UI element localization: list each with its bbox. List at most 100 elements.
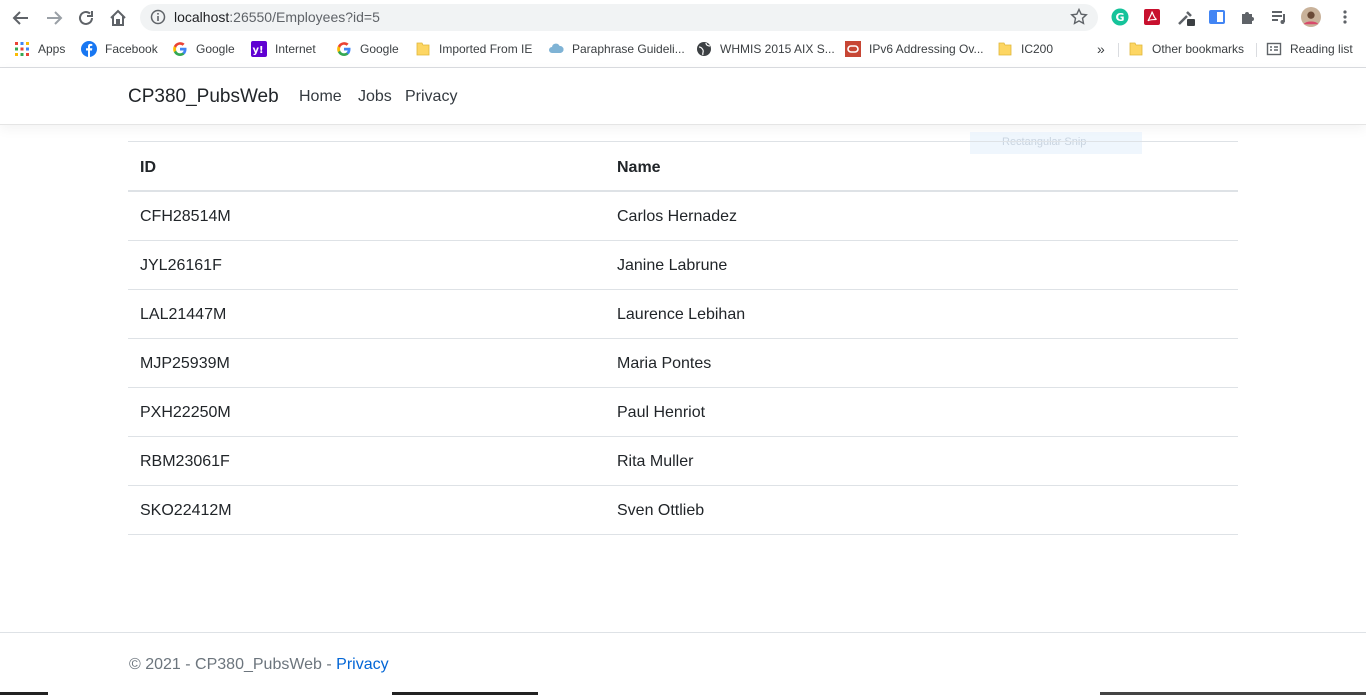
url-text[interactable]: localhost:26550/Employees?id=5 — [174, 9, 380, 25]
employee-id-cell: SKO22412M — [140, 502, 232, 519]
arrow-left-icon — [12, 11, 28, 25]
home-button[interactable] — [106, 6, 130, 30]
oracle-icon — [845, 41, 861, 57]
facebook-icon — [81, 41, 97, 57]
bookmark-label: Apps — [38, 42, 66, 56]
info-icon[interactable] — [150, 9, 166, 25]
bookmark-star-icon[interactable] — [1070, 8, 1088, 26]
employee-name-cell: Rita Muller — [617, 453, 694, 470]
bookmark-divider — [1256, 43, 1257, 57]
bookmark-ipv6[interactable]: IPv6 Addressing Ov... — [845, 40, 984, 58]
site-brand-link[interactable]: CP380_PubsWeb — [128, 86, 279, 108]
employees-table: ID Name CFH28514M Carlos Hernadez JYL261… — [128, 141, 1238, 535]
site-footer: © 2021 - CP380_PubsWeb - Privacy — [0, 632, 1366, 695]
other-bookmarks-folder[interactable]: Other bookmarks — [1128, 40, 1244, 58]
employee-id-cell: JYL26161F — [140, 257, 222, 274]
bookmark-paraphrase[interactable]: Paraphrase Guideli... — [548, 40, 685, 58]
employee-name-cell: Paul Henriot — [617, 404, 706, 421]
svg-text:G: G — [1115, 11, 1124, 24]
bookmark-label: Google — [360, 42, 399, 56]
employee-name-cell: Laurence Lebihan — [617, 306, 746, 323]
nav-privacy-link[interactable]: Privacy — [405, 88, 457, 106]
bookmark-label: Imported From IE — [439, 42, 533, 56]
employee-id-cell: PXH22250M — [140, 404, 231, 421]
forward-button[interactable] — [42, 6, 66, 30]
folder-icon — [1128, 41, 1144, 57]
arrow-right-icon — [47, 11, 63, 25]
employee-name-cell: Carlos Hernadez — [617, 208, 738, 225]
grammarly-extension[interactable]: G — [1110, 7, 1130, 27]
playlist-icon — [1272, 11, 1285, 24]
bookmark-label: Facebook — [105, 42, 158, 56]
more-bookmarks-button[interactable]: » — [1097, 40, 1105, 58]
employee-id-cell: LAL21447M — [140, 306, 227, 323]
bookmark-ic200[interactable]: IC200 — [997, 40, 1053, 58]
chevron-double-right-icon: » — [1097, 41, 1105, 57]
reload-button[interactable] — [74, 6, 98, 30]
table-row: SKO22412M Sven Ottlieb — [128, 486, 1238, 535]
bookmark-label: IPv6 Addressing Ov... — [869, 42, 984, 56]
table-header-row: ID Name — [128, 142, 1238, 192]
eyedropper-extension[interactable] — [1176, 7, 1196, 27]
bookmark-label: WHMIS 2015 AIX S... — [720, 42, 835, 56]
employee-name-cell: Maria Pontes — [617, 355, 712, 372]
bookmark-label: IC200 — [1021, 42, 1054, 56]
media-control-button[interactable] — [1269, 7, 1289, 27]
bookmark-google-1[interactable]: Google — [172, 40, 235, 58]
reload-icon — [79, 10, 93, 25]
reading-list-icon — [1266, 41, 1282, 57]
translate-icon — [1209, 10, 1225, 24]
bookmark-whmis[interactable]: WHMIS 2015 AIX S... — [696, 40, 835, 58]
table-row: JYL26161F Janine Labrune — [128, 241, 1238, 290]
bookmark-facebook[interactable]: Facebook — [81, 40, 158, 58]
apps-grid-icon — [14, 41, 30, 57]
table-row: RBM23061F Rita Muller — [128, 437, 1238, 486]
table-row: MJP25939M Maria Pontes — [128, 339, 1238, 388]
bookmark-internet[interactable]: y! Internet — [251, 40, 316, 58]
employee-id-cell: MJP25939M — [140, 355, 230, 372]
browser-menu-button[interactable] — [1335, 7, 1355, 27]
nav-jobs-link[interactable]: Jobs — [358, 88, 392, 106]
table-row: LAL21447M Laurence Lebihan — [128, 290, 1238, 339]
google-icon — [336, 41, 352, 57]
acrobat-extension[interactable] — [1142, 7, 1162, 27]
column-header-id: ID — [140, 159, 156, 176]
avatar — [1301, 7, 1321, 27]
nav-home-link[interactable]: Home — [299, 88, 342, 106]
reading-list-button[interactable]: Reading list — [1266, 40, 1353, 58]
puzzle-icon — [1242, 12, 1254, 24]
back-button[interactable] — [9, 6, 33, 30]
bookmark-label: Other bookmarks — [1152, 42, 1245, 56]
footer-privacy-link[interactable]: Privacy — [336, 656, 388, 673]
translate-extension[interactable] — [1207, 7, 1227, 27]
site-navbar: CP380_PubsWeb Home Jobs Privacy — [0, 68, 1366, 125]
table-row: CFH28514M Carlos Hernadez — [128, 192, 1238, 241]
table-row: PXH22250M Paul Henriot — [128, 388, 1238, 437]
yahoo-icon: y! — [251, 41, 267, 57]
address-bar[interactable]: localhost:26550/Employees?id=5 — [140, 4, 1098, 31]
employee-name-cell: Janine Labrune — [617, 257, 728, 274]
footer-text: © 2021 - CP380_PubsWeb - Privacy — [129, 656, 389, 674]
profile-button[interactable] — [1301, 7, 1321, 27]
home-icon — [110, 9, 126, 26]
extensions-button[interactable] — [1238, 7, 1258, 27]
google-icon — [172, 41, 188, 57]
bookmark-divider — [1118, 43, 1119, 57]
browser-toolbar: localhost:26550/Employees?id=5 G — [0, 0, 1366, 35]
eyedropper-icon — [1178, 11, 1195, 26]
folder-icon — [997, 41, 1013, 57]
employee-id-cell: CFH28514M — [140, 208, 231, 225]
bookmark-imported-from-ie[interactable]: Imported From IE — [415, 40, 532, 58]
employee-name-cell: Sven Ottlieb — [617, 502, 705, 519]
bookmarks-bar: Apps Facebook Google y! Internet Google … — [0, 35, 1366, 63]
globe-icon — [696, 41, 712, 57]
employee-id-cell: RBM23061F — [140, 453, 230, 470]
bookmark-label: Reading list — [1290, 42, 1353, 56]
bookmark-google-2[interactable]: Google — [336, 40, 399, 58]
bookmark-label: Google — [196, 42, 235, 56]
column-header-name: Name — [617, 159, 661, 176]
bookmark-label: Internet — [275, 42, 316, 56]
folder-icon — [415, 41, 431, 57]
bookmark-apps[interactable]: Apps — [14, 40, 65, 58]
copyright-text: © 2021 - CP380_PubsWeb - — [129, 656, 337, 673]
